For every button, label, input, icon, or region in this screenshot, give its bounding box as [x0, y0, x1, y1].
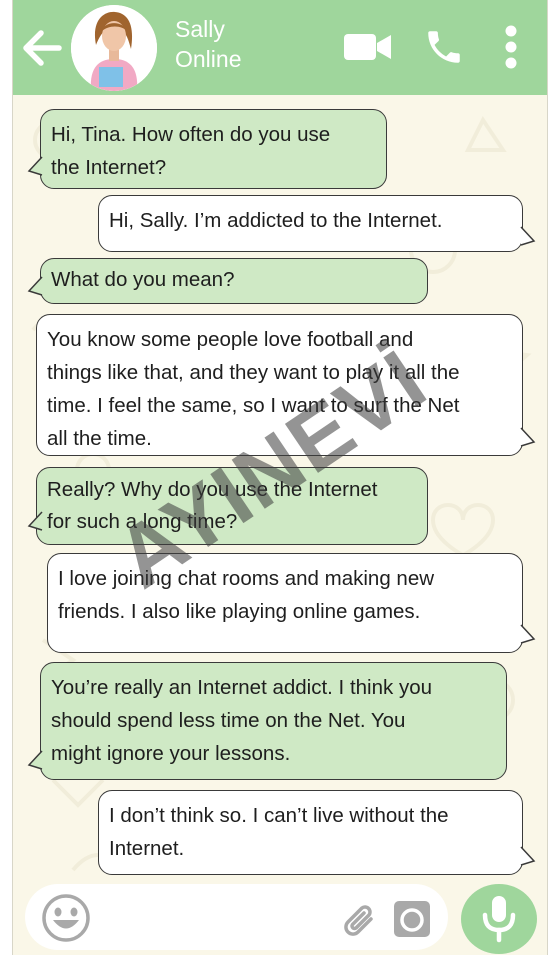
message-bubble-incoming[interactable]: What do you mean?: [40, 258, 428, 304]
message-line: You know some people love football and: [47, 328, 414, 351]
message-list: Hi, Tina. How often do you use the Inter…: [13, 95, 547, 880]
message-line: Really? Why do you use the Internet: [47, 478, 378, 501]
bubble-tail: [520, 427, 536, 447]
message-line: things like that, and they want to play …: [47, 361, 460, 384]
bubble-tail: [520, 846, 536, 866]
microphone-icon: [482, 896, 516, 943]
message-line: Hi, Sally. I’m addicted to the Internet.: [109, 209, 443, 232]
message-line: I don’t think so. I can’t live without t…: [109, 804, 449, 827]
video-call-icon: [344, 34, 391, 60]
message-line: You’re really an Internet addict. I thin…: [51, 676, 433, 699]
emoji-button[interactable]: [41, 893, 91, 948]
message-line: friends. I also like playing online game…: [58, 600, 421, 623]
bubble-tail: [520, 624, 536, 644]
message-line: for such a long time?: [47, 510, 238, 533]
message-line: Hi, Tina. How often do you use: [51, 123, 331, 146]
attach-icon: [344, 905, 373, 936]
avatar[interactable]: [71, 5, 157, 91]
message-line: What do you mean?: [51, 268, 235, 291]
message-bubble-outgoing[interactable]: I don’t think so. I can’t live without t…: [98, 790, 523, 875]
message-line: time. I feel the same, so I want to surf…: [47, 394, 460, 417]
more-options-icon: [505, 25, 517, 69]
message-bubble-incoming[interactable]: You’re really an Internet addict. I thin…: [40, 662, 507, 780]
camera-icon: [394, 901, 430, 937]
chat-header: Sally Online: [13, 0, 547, 95]
contact-name: Sally: [175, 16, 225, 42]
voice-message-button[interactable]: [461, 884, 537, 954]
bubble-tail: [27, 276, 43, 296]
chat-screen: Sally Online Hi, Tina. How often do you …: [12, 0, 548, 955]
message-line: should spend less time on the Net. You: [51, 709, 406, 732]
camera-button[interactable]: [392, 899, 432, 944]
emoji-icon: [42, 894, 90, 942]
message-bubble-incoming[interactable]: Hi, Tina. How often do you use the Inter…: [40, 109, 387, 189]
phone-call-button[interactable]: [423, 26, 465, 73]
message-line: the Internet?: [51, 156, 167, 179]
message-line: Internet.: [109, 837, 185, 860]
bubble-tail: [520, 226, 536, 246]
attach-button[interactable]: [341, 901, 379, 944]
back-arrow-icon: [23, 30, 62, 66]
message-line: all the time.: [47, 427, 152, 450]
message-composer: [13, 880, 547, 955]
back-button[interactable]: [19, 26, 63, 70]
video-call-button[interactable]: [343, 30, 393, 69]
message-bubble-outgoing[interactable]: Hi, Sally. I’m addicted to the Internet.: [98, 195, 523, 252]
phone-call-icon: [428, 31, 460, 63]
bubble-tail: [27, 156, 43, 176]
contact-status: Online: [175, 46, 242, 72]
message-bubble-outgoing[interactable]: You know some people love football and t…: [36, 314, 523, 456]
more-options-button[interactable]: [501, 24, 521, 75]
contact-photo: [71, 5, 157, 91]
message-line: I love joining chat rooms and making new: [58, 567, 435, 590]
message-bubble-incoming[interactable]: Really? Why do you use the Internet for …: [36, 467, 428, 545]
message-input[interactable]: [25, 884, 448, 950]
message-line: might ignore your lessons.: [51, 742, 291, 765]
bubble-tail: [27, 750, 43, 770]
message-bubble-outgoing[interactable]: I love joining chat rooms and making new…: [47, 553, 523, 653]
bubble-tail: [27, 511, 43, 531]
